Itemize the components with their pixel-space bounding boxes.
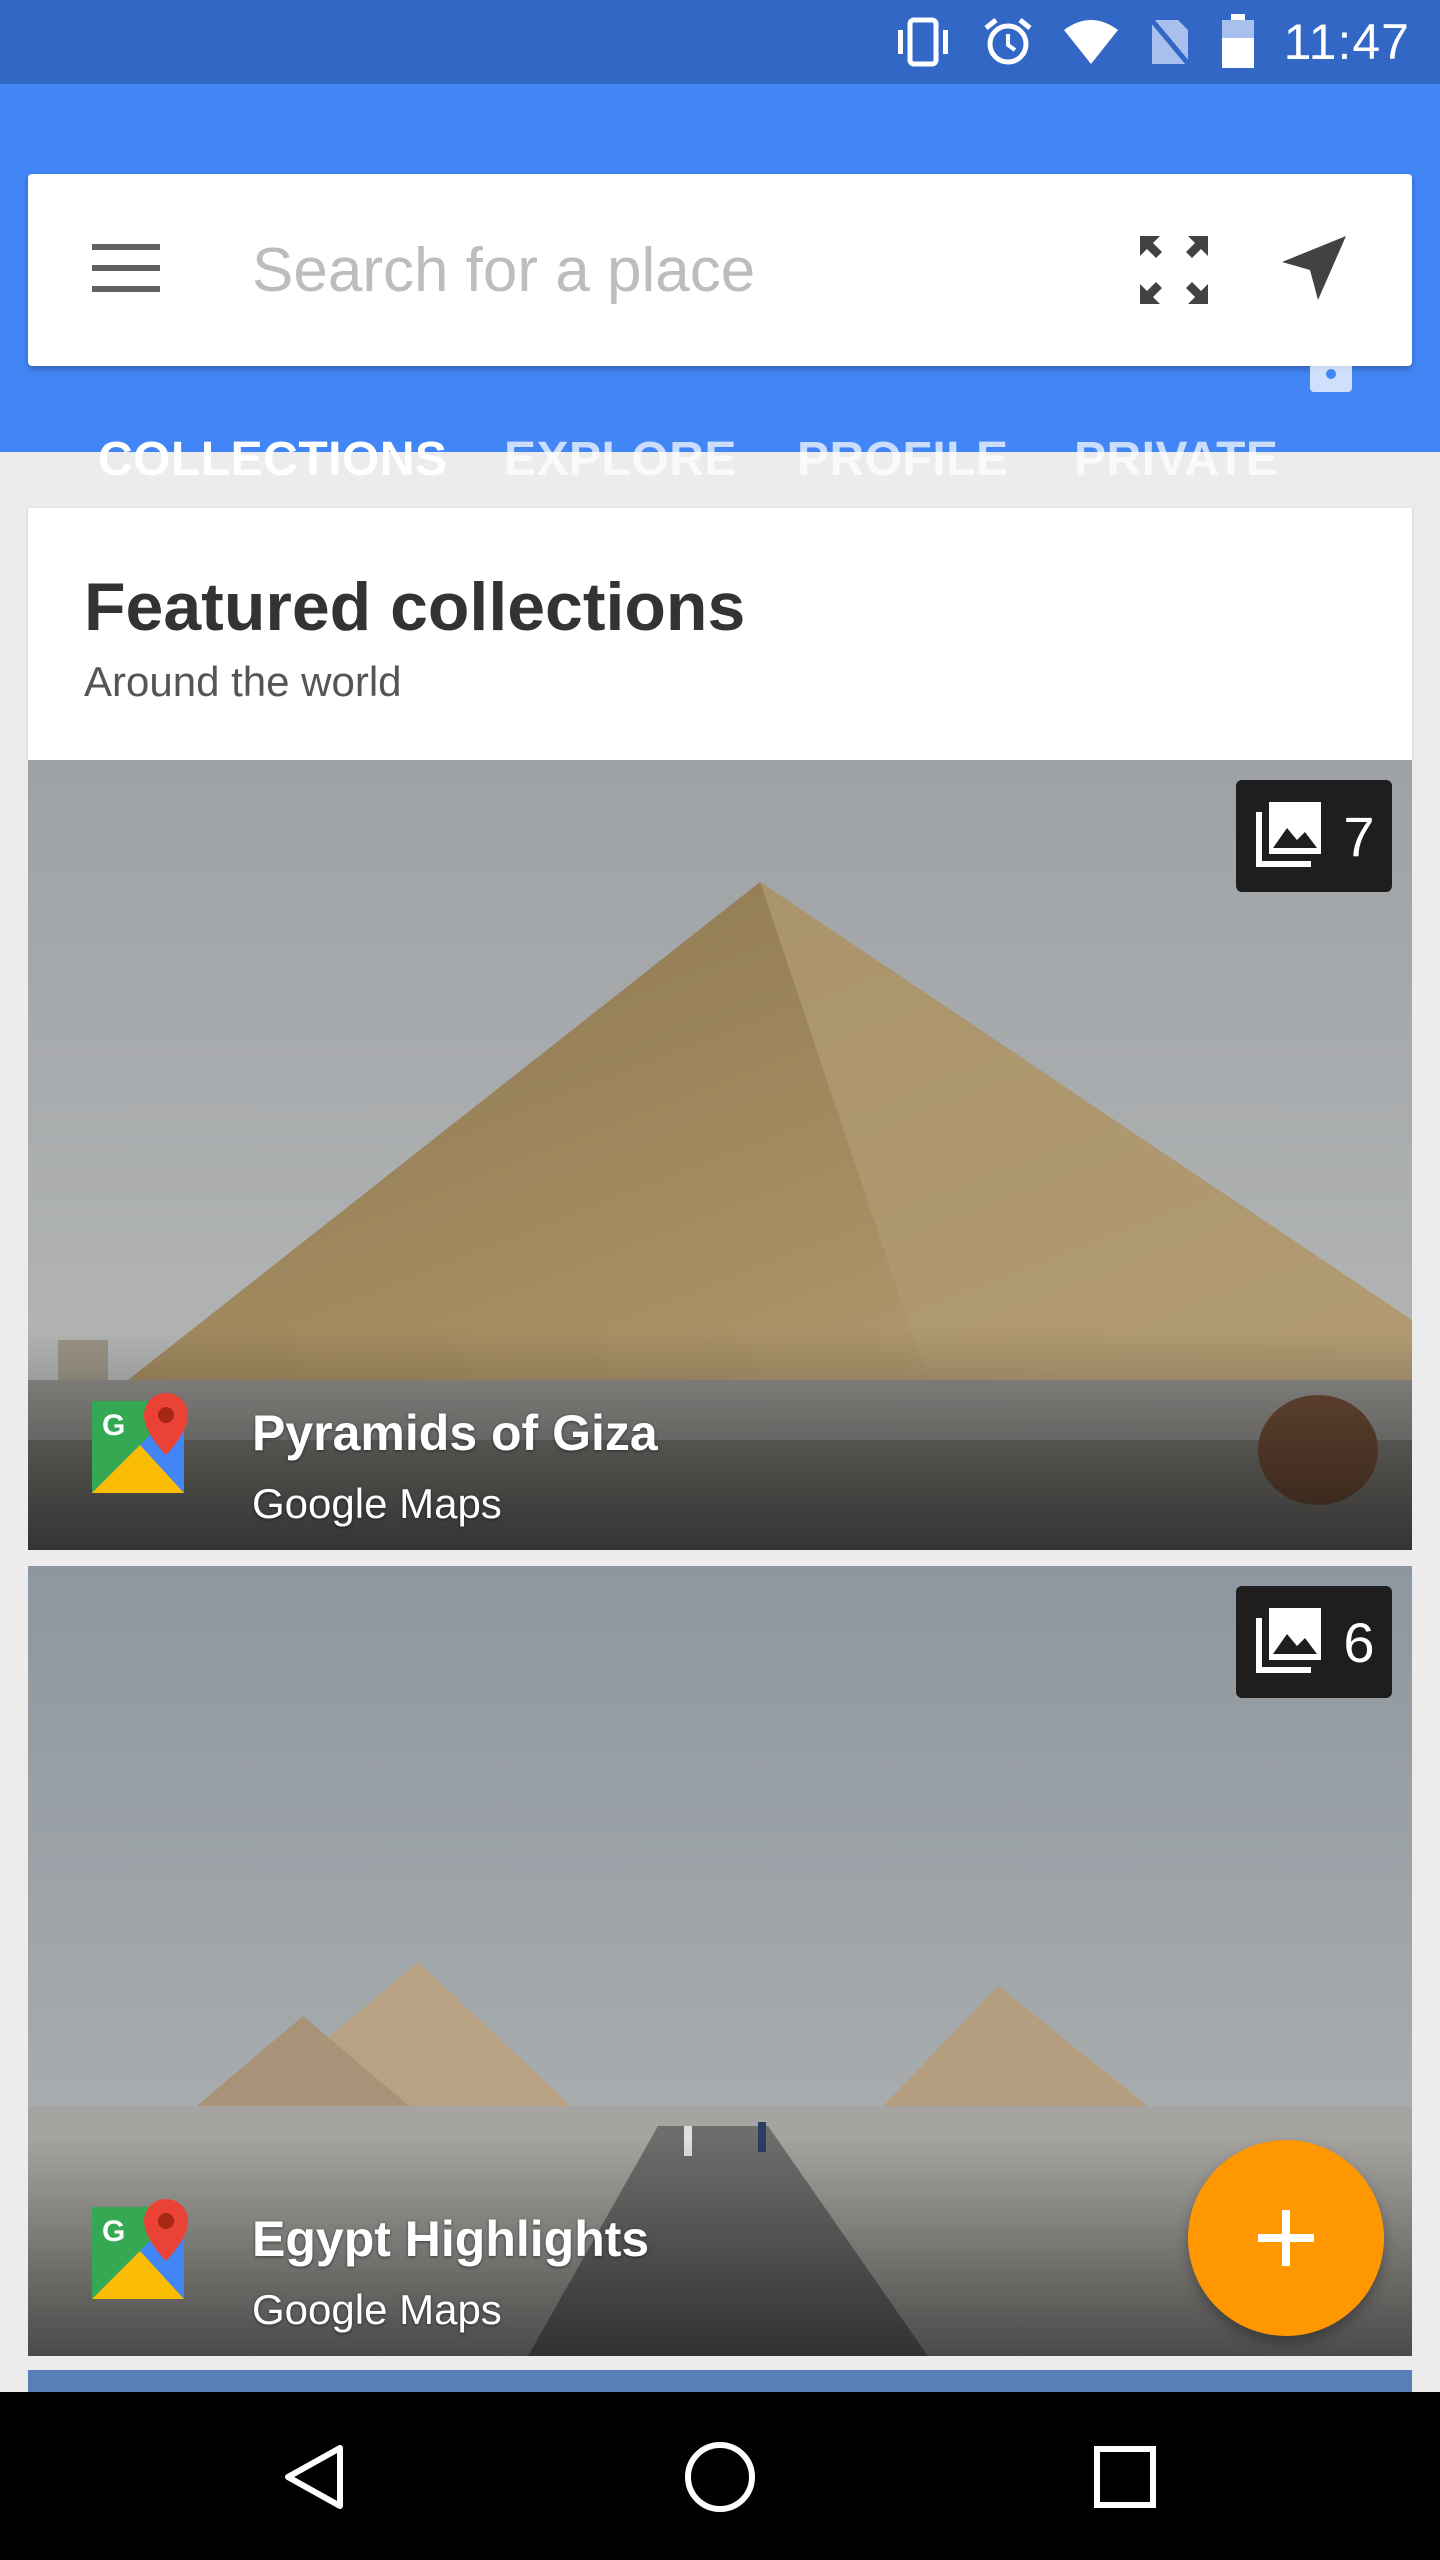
my-location-arrow-icon[interactable] [1278, 232, 1350, 309]
photo-library-icon [1253, 1604, 1325, 1681]
battery-icon [1220, 14, 1256, 70]
lock-icon [1306, 334, 1356, 399]
alarm-icon [982, 16, 1034, 68]
app-bar: COLLECTIONS EXPLORE PROFILE PRIVATE [0, 84, 1440, 536]
svg-text:G: G [102, 1409, 125, 1442]
home-circle-icon [685, 2442, 755, 2512]
featured-header-card: Featured collections Around the world [28, 508, 1412, 760]
tab-explore[interactable]: EXPLORE [504, 420, 737, 500]
menu-icon[interactable] [92, 240, 160, 301]
collection-title: Egypt Highlights [252, 2211, 650, 2267]
google-maps-logo-icon: G [92, 2199, 192, 2304]
fullscreen-icon[interactable] [1138, 234, 1210, 311]
add-collection-button[interactable] [1188, 2140, 1384, 2336]
no-sim-icon [1147, 16, 1192, 68]
photo-count: 7 [1343, 804, 1375, 868]
wifi-icon [1062, 18, 1120, 66]
photo-count: 6 [1343, 1610, 1375, 1674]
card-gradient [28, 1330, 1412, 1550]
tab-private[interactable]: PRIVATE [1074, 420, 1278, 500]
plus-icon [1258, 2210, 1314, 2266]
featured-subtitle: Around the world [84, 658, 402, 705]
recents-square-icon [1094, 2446, 1156, 2508]
status-icons: 11:47 [892, 0, 1410, 84]
collection-title: Pyramids of Giza [252, 1405, 658, 1461]
photo-count-badge: 7 [1236, 780, 1392, 892]
status-bar: 11:47 [0, 0, 1440, 84]
home-button[interactable] [675, 2432, 765, 2522]
vibrate-icon [892, 16, 954, 68]
status-time: 11:47 [1283, 14, 1410, 70]
svg-text:G: G [102, 2215, 125, 2248]
system-navigation-bar [0, 2392, 1440, 2560]
collection-source: Google Maps [252, 2286, 502, 2333]
search-card [28, 174, 1412, 366]
collection-card-pyramids-of-giza[interactable]: 7 G Pyramids of Giza Google Maps [28, 760, 1412, 1550]
google-maps-logo-icon: G [92, 1393, 192, 1498]
back-button[interactable] [270, 2432, 360, 2522]
search-input[interactable] [224, 230, 1160, 310]
recents-button[interactable] [1080, 2432, 1170, 2522]
tab-profile[interactable]: PROFILE [797, 420, 1009, 500]
back-triangle-icon [285, 2445, 343, 2509]
tab-collections[interactable]: COLLECTIONS [98, 420, 448, 500]
collection-source: Google Maps [252, 1480, 502, 1527]
photo-count-badge: 6 [1236, 1586, 1392, 1698]
featured-title: Featured collections [84, 569, 746, 645]
photo-library-icon [1253, 798, 1325, 875]
